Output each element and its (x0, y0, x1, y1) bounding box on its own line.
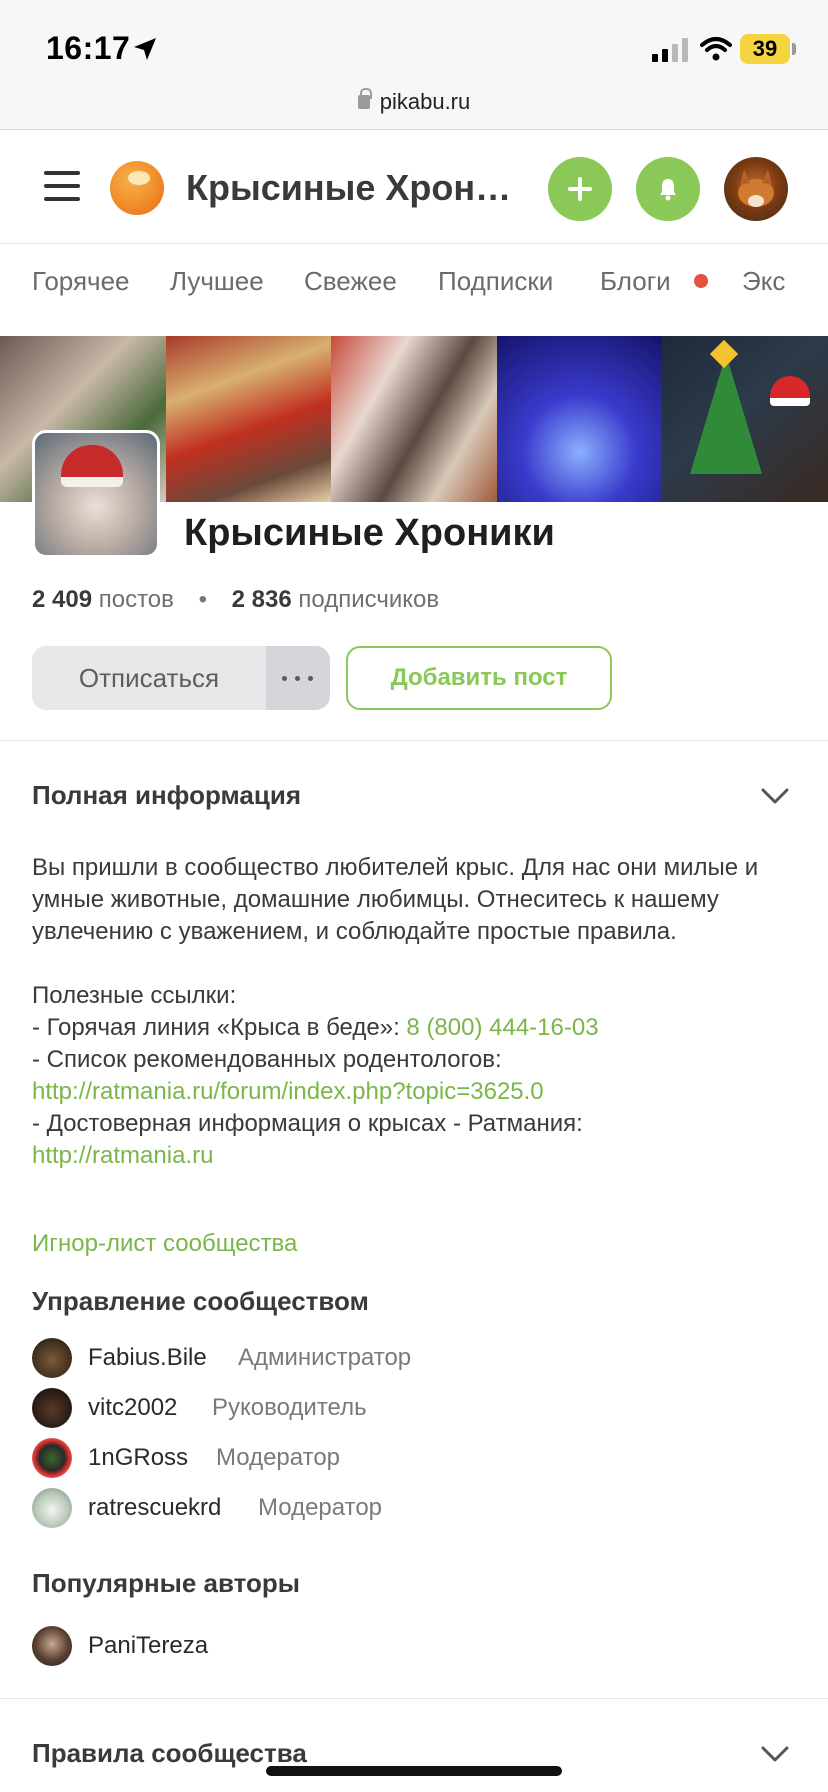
ignore-list-link[interactable]: Игнор-лист сообщества (32, 1230, 297, 1258)
member-name[interactable]: Fabius.Bile (88, 1344, 207, 1372)
tab-blogs[interactable]: Блоги (600, 266, 671, 297)
subscribers-count: 2 836 (231, 586, 292, 613)
banner-image (165, 336, 332, 502)
menu-icon[interactable] (44, 171, 80, 205)
popular-authors-title: Популярные авторы (32, 1568, 301, 1598)
hotline-phone-link[interactable]: 8 (800) 444-16-03 (406, 1014, 598, 1041)
url-text: pikabu.ru (379, 89, 471, 114)
battery-cap (792, 43, 796, 55)
santa-hat-image (770, 376, 811, 406)
location-arrow-icon (134, 38, 156, 60)
home-indicator[interactable] (266, 1766, 562, 1776)
rodentologists-link[interactable]: http://ratmania.ru/forum/index.php?topic… (32, 1076, 796, 1108)
full-info-title[interactable]: Полная информация (32, 780, 301, 811)
tab-hot[interactable]: Горячее (32, 266, 130, 297)
signal-icon (652, 38, 688, 62)
avatar (32, 1338, 72, 1378)
stats-separator: • (198, 586, 207, 613)
banner-image (496, 336, 663, 502)
community-logo[interactable] (110, 161, 164, 215)
blogs-notification-dot (694, 274, 708, 288)
plus-icon (568, 177, 592, 201)
tab-experts[interactable]: Экс (742, 266, 785, 297)
member-name[interactable]: ratrescuekrd (88, 1494, 221, 1522)
description-text: Вы пришли в сообщество любителей крыс. Д… (32, 854, 759, 945)
wifi-icon (700, 37, 732, 61)
banner-image (331, 336, 497, 502)
avatar (32, 1438, 72, 1478)
subscribers-label: подписчиков (298, 586, 440, 613)
santa-hat-image (61, 445, 123, 487)
avatar (32, 1388, 72, 1428)
member-role: Модератор (216, 1444, 341, 1471)
add-button[interactable] (548, 157, 612, 221)
member-role: Администратор (238, 1344, 412, 1371)
member-name[interactable]: vitc2002 (88, 1394, 177, 1422)
tab-subscriptions[interactable]: Подписки (438, 266, 553, 297)
community-title: Крысиные Хроники (184, 512, 555, 554)
app-header: Крысиные Хрон… (0, 131, 828, 244)
status-time: 16:17 (46, 30, 131, 66)
member-role: Руководитель (212, 1394, 367, 1421)
fox-avatar-image (738, 169, 774, 207)
avatar (32, 1488, 72, 1528)
notifications-button[interactable] (636, 157, 700, 221)
rodentologists-label: - Список рекомендованных родентологов: (32, 1046, 502, 1073)
author-name[interactable]: PaniTereza (88, 1632, 208, 1660)
reliable-info-label: - Достоверная информация о крысах - Ратм… (32, 1110, 583, 1137)
avatar (32, 1626, 72, 1666)
banner-image (662, 336, 828, 502)
add-post-button[interactable]: Добавить пост (346, 646, 612, 710)
tab-best[interactable]: Лучшее (170, 266, 264, 297)
battery-icon: 39 (740, 34, 790, 64)
member-role: Модератор (258, 1494, 383, 1521)
rules-title[interactable]: Правила сообщества (32, 1738, 307, 1769)
more-options-button[interactable] (266, 646, 330, 710)
url-bar[interactable]: pikabu.ru (0, 82, 828, 130)
tab-fresh[interactable]: Свежее (304, 266, 397, 297)
user-avatar[interactable] (724, 157, 788, 221)
divider (0, 1698, 828, 1699)
community-stats: 2 409 постов • 2 836 подписчиков (32, 586, 439, 614)
unsubscribe-button[interactable]: Отписаться (32, 646, 266, 710)
posts-label: постов (98, 586, 174, 613)
lock-icon (357, 88, 372, 109)
divider (0, 740, 828, 741)
bell-icon (660, 179, 676, 201)
header-title[interactable]: Крысиные Хрон… (186, 167, 511, 209)
ratmania-link[interactable]: http://ratmania.ru (32, 1140, 796, 1172)
management-title: Управление сообществом (32, 1286, 369, 1316)
tabs-bar: Горячее Лучшее Свежее Подписки Блоги Экс (0, 244, 828, 336)
hotline-label: - Горячая линия «Крыса в беде»: (32, 1014, 407, 1041)
christmas-tree-image (690, 354, 763, 474)
chevron-down-icon[interactable] (760, 1744, 790, 1764)
community-description: Вы пришли в сообщество любителей крыс. Д… (32, 852, 796, 1172)
community-avatar[interactable] (32, 430, 160, 558)
chevron-down-icon[interactable] (760, 786, 790, 806)
status-bar: 16:17 39 (0, 0, 828, 82)
useful-links-heading: Полезные ссылки: (32, 982, 237, 1009)
posts-count: 2 409 (32, 586, 93, 613)
member-name[interactable]: 1nGRoss (88, 1444, 188, 1472)
